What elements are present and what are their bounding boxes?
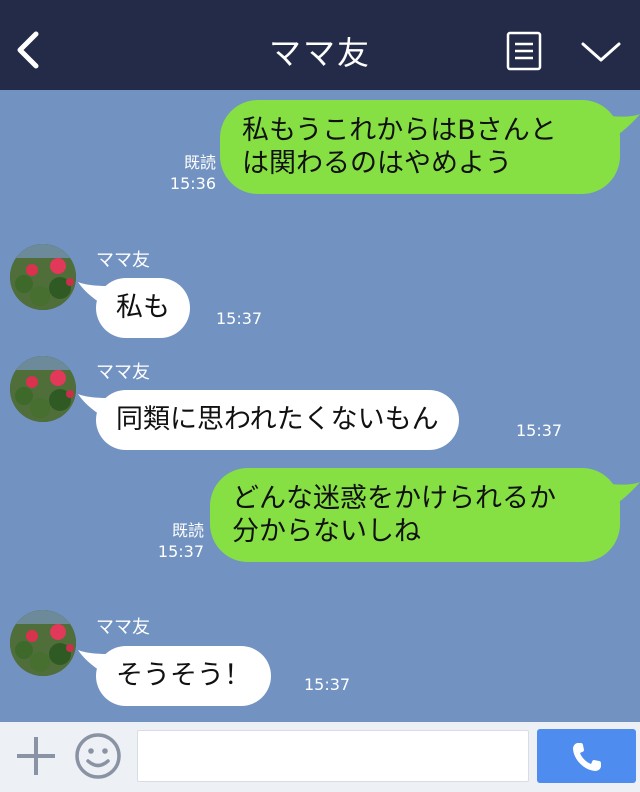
message-bubble-received[interactable]: そうそう！ [78,646,271,706]
avatar[interactable] [10,356,76,422]
bubble-tail [610,482,640,504]
message-text: 私も [116,292,170,323]
message-input-bar [0,722,640,792]
smiley-icon[interactable] [74,732,122,780]
message-bubble-received[interactable]: 同類に思われたくないもん [78,390,459,450]
read-receipt: 既読 [183,153,216,172]
chat-title: ママ友 [268,34,371,72]
avatar[interactable] [10,610,76,676]
sender-name: ママ友 [96,362,150,383]
menu-icon[interactable] [506,31,542,71]
bubble-tail [610,114,640,136]
chat-area[interactable]: 既読 15:36 私もうこれからはBさんと は関わるのはやめよう ママ友 私も … [0,90,640,722]
message-bubble-sent[interactable]: 私もうこれからはBさんと は関わるのはやめよう [220,100,640,194]
chat-header: ママ友 [0,0,640,90]
sender-name: ママ友 [96,617,150,638]
phone-icon [573,743,601,771]
message-time: 15:37 [304,675,351,694]
sender-name: ママ友 [96,250,150,271]
plus-icon[interactable] [14,734,58,778]
message-line: どんな迷惑をかけられるか [232,483,556,514]
message-text: そうそう！ [116,660,251,691]
bubble-tail [78,394,108,416]
message-bubble-sent[interactable]: どんな迷惑をかけられるか 分からないしね [210,468,640,562]
avatar-rose-image [10,610,76,676]
bubble-tail [78,282,108,304]
message-time: 15:36 [169,174,216,193]
message-meta: 既読 15:36 [166,152,216,194]
read-receipt: 既読 [171,521,204,540]
message-line: 私もうこれからはBさんと [242,115,557,146]
message-line: は関わるのはやめよう [242,148,512,179]
avatar[interactable] [10,244,76,310]
call-button[interactable] [537,729,636,783]
message-line: 分からないしね [232,516,421,547]
message-time: 15:37 [516,421,563,440]
avatar-rose-image [10,244,76,310]
message-input[interactable] [137,730,529,782]
bubble-tail [78,650,108,672]
message-meta: 既読 15:37 [154,520,204,562]
chevron-down-icon[interactable] [580,36,622,66]
message-bubble-received[interactable]: 私も [78,278,190,338]
message-time: 15:37 [157,542,204,561]
message-text: 同類に思われたくないもん [116,404,439,435]
message-time: 15:37 [216,309,263,328]
avatar-rose-image [10,356,76,422]
